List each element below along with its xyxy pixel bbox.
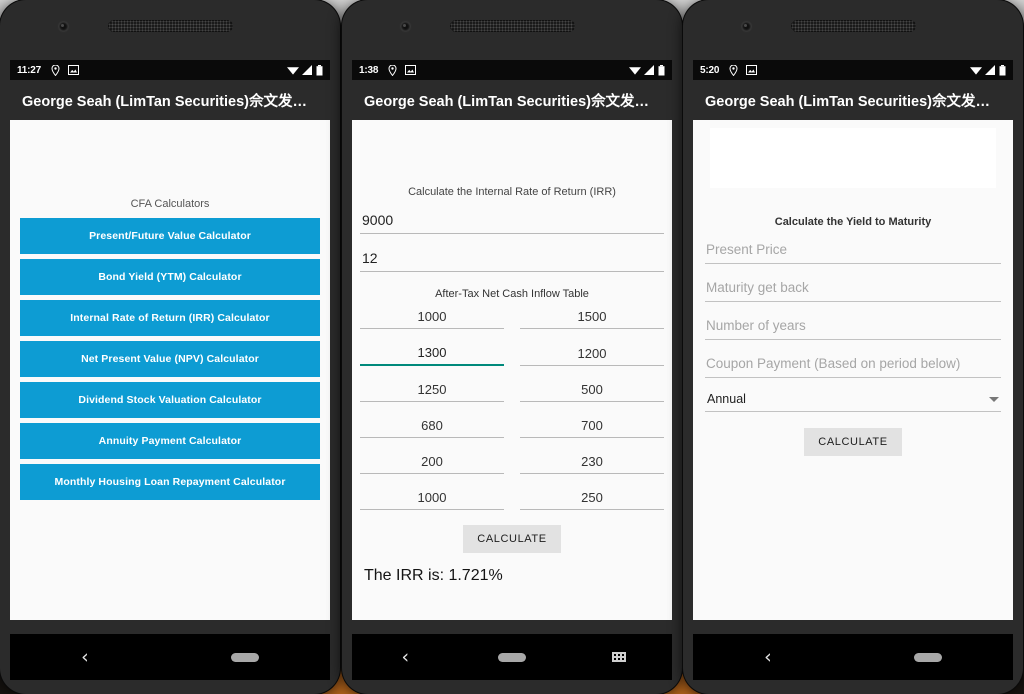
calculator-button-net-present-value[interactable]: Net Present Value (NPV) Calculator: [20, 341, 320, 377]
calculator-button-monthly-housing-loan[interactable]: Monthly Housing Loan Repayment Calculato…: [20, 464, 320, 500]
cash-inflow-cell[interactable]: [520, 377, 664, 402]
coupon-payment-input[interactable]: [705, 352, 1001, 378]
screenshot-icon: [68, 65, 80, 75]
content-2: Calculate the Internal Rate of Return (I…: [352, 120, 672, 620]
back-nav-icon[interactable]: ‹: [81, 647, 89, 667]
top-bezel: [342, 0, 682, 60]
initial-investment-input[interactable]: [360, 208, 664, 234]
cash-inflow-cell[interactable]: [520, 449, 664, 474]
screen-3: 5:20 George Seah (LimTan Securities)佘文发……: [693, 60, 1013, 620]
status-bar-3: 5:20: [693, 60, 1013, 80]
navigation-bar-3: ‹: [693, 634, 1013, 680]
top-bezel: [683, 0, 1023, 60]
calculate-button[interactable]: CALCULATE: [463, 525, 561, 553]
cash-inflow-cell[interactable]: [520, 485, 664, 510]
maturity-get-back-input[interactable]: [705, 276, 1001, 302]
ad-placeholder: [710, 128, 996, 188]
signal-bars-icon: [302, 65, 312, 75]
screen-1: 11:27 George Seah (LimTan Securities)佘文发…: [10, 60, 330, 620]
ytm-calculator-form: Calculate the Yield to Maturity Annual C…: [693, 128, 1013, 456]
keyboard-icon[interactable]: [611, 652, 626, 662]
menu-title: CFA Calculators: [130, 198, 210, 210]
period-select-value: Annual: [707, 392, 746, 406]
ytm-section-title: Calculate the Yield to Maturity: [774, 216, 932, 228]
wifi-icon: [629, 67, 641, 75]
home-pill-icon[interactable]: [497, 652, 526, 662]
top-bezel: [0, 0, 340, 60]
cash-inflow-table: [360, 304, 664, 521]
cash-inflow-cell[interactable]: [360, 340, 504, 366]
wifi-icon: [287, 67, 299, 75]
battery-icon: [999, 64, 1006, 75]
calculator-button-bond-yield-ytm[interactable]: Bond Yield (YTM) Calculator: [20, 259, 320, 295]
number-of-years-input[interactable]: [705, 314, 1001, 340]
earpiece-speaker-grille: [791, 20, 916, 32]
earpiece-speaker-grille: [108, 20, 233, 32]
back-nav-icon[interactable]: ‹: [764, 647, 772, 667]
home-pill-icon[interactable]: [230, 652, 259, 662]
location-pin-icon: [729, 64, 738, 76]
wifi-icon: [970, 67, 982, 75]
cash-inflow-cell[interactable]: [520, 304, 664, 329]
app-bar-2: George Seah (LimTan Securities)佘文发…: [352, 80, 672, 120]
front-camera-icon: [742, 22, 751, 31]
screen-2: 1:38 George Seah (LimTan Securities)佘文发……: [352, 60, 672, 620]
signal-bars-icon: [644, 65, 654, 75]
screenshot-icon: [746, 65, 758, 75]
app-bar-1: George Seah (LimTan Securities)佘文发…: [10, 80, 330, 120]
battery-icon: [316, 64, 323, 75]
front-camera-icon: [59, 22, 68, 31]
phone-device-3: 5:20 George Seah (LimTan Securities)佘文发……: [683, 0, 1023, 694]
navigation-bar-1: ‹: [10, 634, 330, 680]
app-bar-3: George Seah (LimTan Securities)佘文发…: [693, 80, 1013, 120]
phone-device-2: 1:38 George Seah (LimTan Securities)佘文发……: [342, 0, 682, 694]
screenshot-icon: [405, 65, 417, 75]
cash-inflow-table-title: After-Tax Net Cash Inflow Table: [435, 288, 589, 300]
cash-inflow-cell[interactable]: [520, 340, 664, 366]
phone-device-1: 11:27 George Seah (LimTan Securities)佘文发…: [0, 0, 340, 694]
cash-inflow-cell[interactable]: [520, 413, 664, 438]
cash-inflow-cell[interactable]: [360, 304, 504, 329]
navigation-bar-2: ‹: [352, 634, 672, 680]
chevron-down-icon: [989, 396, 999, 402]
home-pill-icon[interactable]: [913, 652, 942, 662]
app-title: George Seah (LimTan Securities)佘文发…: [364, 93, 649, 110]
cash-inflow-cell[interactable]: [360, 413, 504, 438]
irr-result-text: The IRR is: 1.721%: [364, 567, 503, 584]
status-bar-1: 11:27: [10, 60, 330, 80]
calculator-button-internal-rate-of-return[interactable]: Internal Rate of Return (IRR) Calculator: [20, 300, 320, 336]
cash-inflow-cell[interactable]: [360, 449, 504, 474]
cash-inflow-cell[interactable]: [360, 377, 504, 402]
content-3: Calculate the Yield to Maturity Annual C…: [693, 120, 1013, 620]
period-select[interactable]: Annual: [705, 390, 1001, 412]
front-camera-icon: [401, 22, 410, 31]
content-1: CFA Calculators Present/Future Value Cal…: [10, 120, 330, 620]
status-time: 11:27: [17, 64, 42, 76]
location-pin-icon: [51, 64, 60, 76]
battery-icon: [658, 64, 665, 75]
periods-input[interactable]: [360, 246, 664, 272]
calculate-button[interactable]: CALCULATE: [804, 428, 902, 456]
irr-section-title: Calculate the Internal Rate of Return (I…: [408, 186, 616, 198]
present-price-input[interactable]: [705, 238, 1001, 264]
signal-bars-icon: [985, 65, 995, 75]
app-title: George Seah (LimTan Securities)佘文发…: [705, 93, 990, 110]
cash-inflow-cell[interactable]: [360, 485, 504, 510]
calculator-button-present-future-value[interactable]: Present/Future Value Calculator: [20, 218, 320, 254]
calculator-button-annuity-payment[interactable]: Annuity Payment Calculator: [20, 423, 320, 459]
back-nav-icon[interactable]: ‹: [402, 647, 410, 667]
location-pin-icon: [388, 64, 397, 76]
calculator-menu: CFA Calculators Present/Future Value Cal…: [10, 120, 330, 500]
earpiece-speaker-grille: [450, 20, 575, 32]
calculator-button-dividend-stock-valuation[interactable]: Dividend Stock Valuation Calculator: [20, 382, 320, 418]
status-time: 1:38: [359, 64, 379, 76]
status-bar-2: 1:38: [352, 60, 672, 80]
irr-calculator-form: Calculate the Internal Rate of Return (I…: [352, 120, 672, 585]
status-time: 5:20: [700, 64, 720, 76]
app-title: George Seah (LimTan Securities)佘文发…: [22, 93, 307, 110]
